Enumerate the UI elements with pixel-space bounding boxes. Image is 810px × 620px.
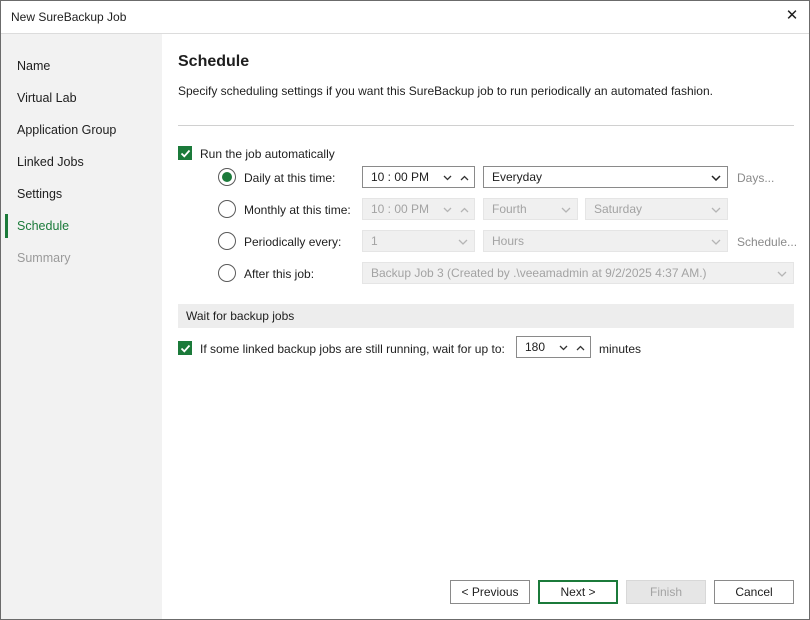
step-schedule[interactable]: Schedule: [1, 212, 162, 240]
chevron-down-icon: [709, 231, 723, 251]
run-automatically-label: Run the job automatically: [200, 147, 335, 161]
daily-label: Daily at this time:: [244, 171, 336, 185]
chevron-down-icon: [775, 263, 789, 283]
wait-for-jobs-label: If some linked backup jobs are still run…: [200, 342, 505, 356]
title-bar: New SureBackup Job ✕: [1, 1, 809, 34]
wait-section-title: Wait for backup jobs: [186, 309, 295, 323]
monthly-day-value: Saturday: [594, 202, 643, 216]
chevron-down-icon: [709, 199, 723, 219]
after-job-label: After this job:: [244, 267, 315, 281]
wait-for-jobs-checkbox[interactable]: [178, 341, 192, 355]
monthly-radio[interactable]: [218, 200, 236, 218]
periodic-label: Periodically every:: [244, 235, 342, 249]
dialog-window: New SureBackup Job ✕ Name Virtual Lab Ap…: [0, 0, 810, 620]
close-icon[interactable]: ✕: [783, 7, 801, 25]
chevron-up-icon[interactable]: [573, 337, 587, 357]
main-content: Schedule Specify scheduling settings if …: [162, 34, 809, 619]
wait-minutes-value: 180: [525, 340, 546, 354]
daily-time-value: 10 : 00 PM: [371, 170, 430, 184]
chevron-down-icon: [440, 199, 454, 219]
monthly-time-input: 10 : 00 PM: [362, 198, 475, 220]
window-title: New SureBackup Job: [11, 10, 127, 24]
daily-frequency-value: Everyday: [492, 170, 543, 184]
previous-button[interactable]: < Previous: [450, 580, 530, 604]
periodic-value-select: 1: [362, 230, 475, 252]
wait-minutes-stepper[interactable]: 180: [516, 336, 591, 358]
wait-section-header: Wait for backup jobs: [178, 304, 794, 328]
run-automatically-checkbox[interactable]: [178, 146, 192, 160]
page-description: Specify scheduling settings if you want …: [178, 84, 713, 98]
chevron-down-icon: [559, 199, 573, 219]
days-link[interactable]: Days...: [737, 171, 774, 185]
step-application-group[interactable]: Application Group: [1, 116, 162, 144]
chevron-down-icon[interactable]: [440, 167, 454, 187]
divider: [178, 125, 794, 126]
periodic-unit-select: Hours: [483, 230, 728, 252]
daily-radio[interactable]: [218, 168, 236, 186]
wizard-steps-sidebar: Name Virtual Lab Application Group Linke…: [1, 34, 162, 619]
chevron-down-icon: [456, 231, 470, 251]
cancel-button[interactable]: Cancel: [714, 580, 794, 604]
wait-minutes-unit: minutes: [599, 342, 642, 356]
monthly-week-value: Fourth: [492, 202, 527, 216]
after-job-value: Backup Job 3 (Created by .\veeamadmin at…: [371, 266, 707, 280]
monthly-day-select: Saturday: [585, 198, 728, 220]
chevron-down-icon[interactable]: [556, 337, 570, 357]
periodic-unit-value: Hours: [492, 234, 525, 248]
next-button[interactable]: Next >: [538, 580, 618, 604]
checkmark-icon: [180, 344, 191, 353]
step-settings[interactable]: Settings: [1, 180, 162, 208]
step-summary: Summary: [17, 251, 71, 265]
chevron-up-icon[interactable]: [457, 167, 471, 187]
chevron-down-icon: [709, 167, 723, 187]
after-job-radio[interactable]: [218, 264, 236, 282]
checkmark-icon: [180, 149, 191, 158]
after-job-select: Backup Job 3 (Created by .\veeamadmin at…: [362, 262, 794, 284]
daily-frequency-select[interactable]: Everyday: [483, 166, 728, 188]
chevron-up-icon: [457, 199, 471, 219]
monthly-time-value: 10 : 00 PM: [371, 202, 430, 216]
periodic-value: 1: [371, 234, 378, 248]
schedule-link[interactable]: Schedule...: [737, 235, 797, 249]
step-linked-jobs[interactable]: Linked Jobs: [1, 148, 162, 176]
finish-button: Finish: [626, 580, 706, 604]
page-title: Schedule: [178, 53, 250, 70]
daily-time-input[interactable]: 10 : 00 PM: [362, 166, 475, 188]
monthly-label: Monthly at this time:: [244, 203, 351, 217]
step-virtual-lab[interactable]: Virtual Lab: [1, 84, 162, 112]
monthly-week-select: Fourth: [483, 198, 578, 220]
periodic-radio[interactable]: [218, 232, 236, 250]
step-name[interactable]: Name: [1, 52, 162, 80]
